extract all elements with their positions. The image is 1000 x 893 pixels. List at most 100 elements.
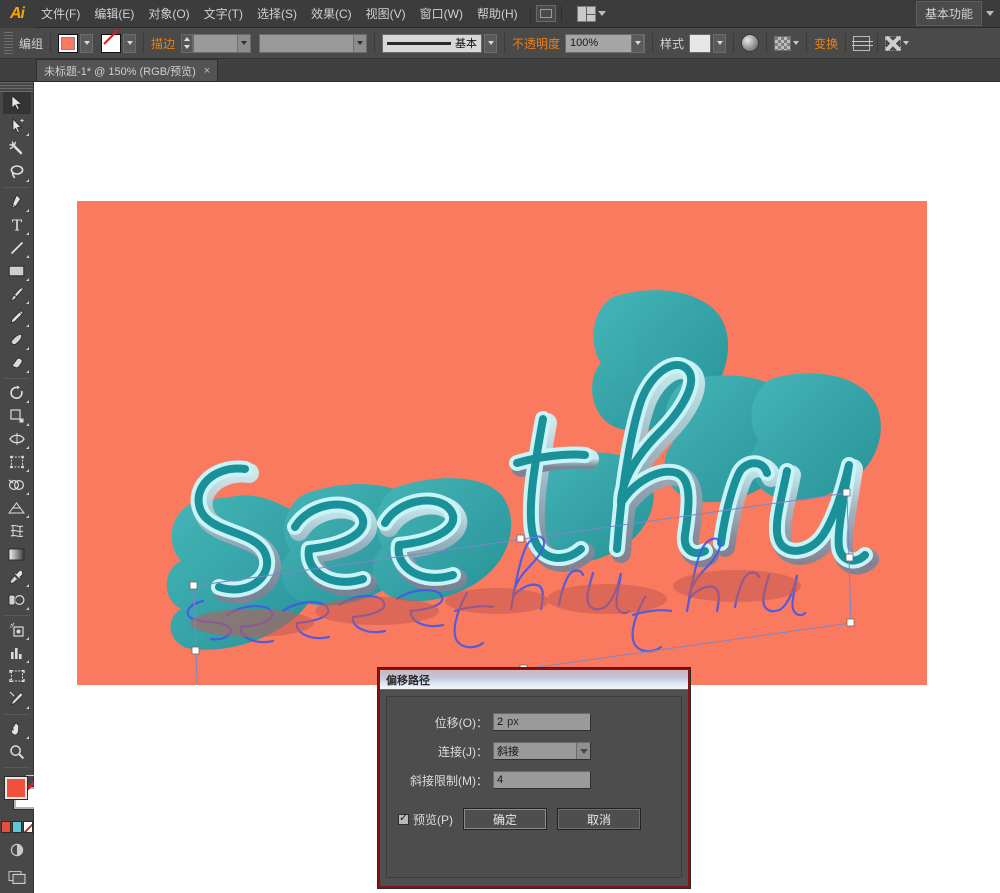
fill-stroke-controls[interactable] bbox=[0, 775, 36, 815]
join-select[interactable]: 斜接 bbox=[493, 742, 591, 760]
align-icon[interactable] bbox=[852, 35, 874, 51]
stroke-weight-combo[interactable] bbox=[193, 33, 252, 53]
illustrator-window: Ai 文件(F) 编辑(E) 对象(O) 文字(T) 选择(S) 效果(C) 视… bbox=[0, 0, 1000, 893]
rectangle-tool[interactable] bbox=[3, 260, 31, 282]
screen-mode-icon[interactable] bbox=[6, 867, 28, 887]
perspective-grid-tool[interactable] bbox=[3, 497, 31, 519]
pen-tool[interactable] bbox=[3, 191, 31, 213]
offset-input[interactable]: 2 px bbox=[493, 713, 591, 731]
dialog-title-bar[interactable]: 偏移路径 bbox=[380, 670, 688, 690]
app-logo: Ai bbox=[0, 0, 34, 28]
menu-divider bbox=[529, 5, 531, 22]
cancel-button[interactable]: 取消 bbox=[557, 808, 641, 830]
magic-wand-tool[interactable] bbox=[3, 138, 31, 160]
recolor-artwork-icon[interactable] bbox=[741, 34, 760, 52]
menu-window[interactable]: 窗口(W) bbox=[413, 0, 470, 28]
color-mode-buttons[interactable] bbox=[0, 821, 33, 833]
stroke-style-combo[interactable] bbox=[259, 33, 368, 53]
none-button[interactable] bbox=[22, 821, 33, 833]
gradient-button[interactable] bbox=[11, 821, 22, 833]
miter-limit-input[interactable]: 4 bbox=[493, 771, 591, 789]
stroke-swatch-none[interactable] bbox=[101, 33, 122, 53]
stroke-weight-arrow[interactable] bbox=[237, 34, 251, 52]
style-swatch[interactable] bbox=[689, 33, 712, 53]
control-bar-grip[interactable] bbox=[4, 32, 13, 54]
stroke-weight-stepper[interactable] bbox=[181, 33, 194, 53]
symbol-sprayer-tool[interactable] bbox=[3, 619, 31, 641]
arrange-documents-button[interactable] bbox=[576, 5, 606, 22]
blend-tool[interactable] bbox=[3, 589, 31, 611]
line-segment-tool[interactable] bbox=[3, 237, 31, 259]
selection-tool[interactable] bbox=[2, 92, 31, 114]
profile-dropdown-arrow[interactable] bbox=[484, 33, 498, 53]
fill-control[interactable] bbox=[58, 33, 94, 53]
artboard[interactable] bbox=[77, 201, 927, 685]
hand-tool[interactable] bbox=[3, 718, 31, 740]
menu-help[interactable]: 帮助(H) bbox=[470, 0, 525, 28]
blob-brush-tool[interactable] bbox=[3, 329, 31, 351]
stroke-control[interactable] bbox=[101, 33, 137, 53]
menu-select[interactable]: 选择(S) bbox=[250, 0, 304, 28]
menu-type[interactable]: 文字(T) bbox=[197, 0, 250, 28]
preview-checkbox-wrap[interactable]: 预览(P) bbox=[398, 811, 453, 828]
mesh-tool[interactable] bbox=[3, 520, 31, 542]
gradient-icon[interactable] bbox=[6, 840, 28, 860]
opacity-value: 100% bbox=[570, 37, 599, 49]
tools-panel-grip[interactable] bbox=[0, 82, 33, 92]
document-tab[interactable]: 未标题-1* @ 150% (RGB/预览) × bbox=[36, 59, 219, 81]
menu-file[interactable]: 文件(F) bbox=[34, 0, 87, 28]
opacity-mask-chevron-down-icon[interactable] bbox=[793, 41, 800, 45]
pencil-tool[interactable] bbox=[3, 306, 31, 328]
paintbrush-tool[interactable] bbox=[3, 283, 31, 305]
menu-edit[interactable]: 编辑(E) bbox=[87, 0, 141, 28]
eyedropper-tool[interactable] bbox=[3, 566, 31, 588]
toolbar-fill-swatch[interactable] bbox=[4, 777, 27, 799]
rotate-tool[interactable] bbox=[3, 382, 31, 404]
shape-builder-tool[interactable] bbox=[3, 474, 31, 496]
stroke-weight-label[interactable]: 描边 bbox=[151, 35, 175, 52]
eraser-tool[interactable] bbox=[3, 352, 31, 374]
fill-swatch[interactable] bbox=[58, 33, 79, 53]
scale-tool[interactable] bbox=[3, 405, 31, 427]
column-graph-tool[interactable] bbox=[3, 642, 31, 664]
opacity-field[interactable]: 100% bbox=[565, 33, 646, 53]
fill-dropdown-arrow[interactable] bbox=[80, 33, 94, 53]
document-tab-strip: 未标题-1* @ 150% (RGB/预览) × bbox=[0, 59, 1000, 82]
close-icon[interactable]: × bbox=[204, 65, 210, 77]
bridge-icon[interactable] bbox=[535, 5, 556, 22]
workspace-switcher[interactable]: 基本功能 bbox=[915, 1, 1000, 26]
gradient-tool[interactable] bbox=[3, 543, 31, 565]
artboard-tool[interactable] bbox=[3, 665, 31, 687]
menu-object[interactable]: 对象(O) bbox=[141, 0, 196, 28]
lasso-tool[interactable] bbox=[3, 161, 31, 183]
opacity-dropdown-arrow[interactable] bbox=[631, 33, 645, 53]
chevron-down-icon-join[interactable] bbox=[576, 743, 590, 759]
style-label: 样式 bbox=[660, 36, 685, 51]
zoom-tool[interactable] bbox=[3, 741, 31, 763]
opacity-label[interactable]: 不透明度 bbox=[512, 35, 560, 52]
preview-checkbox[interactable] bbox=[398, 811, 409, 825]
cb-sep-8 bbox=[806, 33, 808, 53]
width-tool[interactable] bbox=[3, 428, 31, 450]
variable-width-profile[interactable]: 基本 bbox=[382, 33, 483, 53]
stroke-dropdown-arrow[interactable] bbox=[123, 33, 137, 53]
menu-effect[interactable]: 效果(C) bbox=[304, 0, 359, 28]
ok-button[interactable]: 确定 bbox=[463, 808, 547, 830]
opacity-mask-icon[interactable] bbox=[774, 35, 792, 51]
direct-selection-tool[interactable] bbox=[3, 115, 31, 137]
arrange-documents-icon bbox=[576, 5, 596, 22]
miter-limit-label: 斜接限制(M)： bbox=[410, 773, 488, 788]
more-options-chevron-down-icon[interactable] bbox=[903, 41, 910, 45]
color-button[interactable] bbox=[0, 821, 11, 833]
type-tool[interactable]: T bbox=[3, 214, 31, 236]
free-transform-tool[interactable] bbox=[3, 451, 31, 473]
offset-path-dialog[interactable]: 偏移路径 位移(O)： 2 px 连接(J)： 斜接 斜接限制(M)： 4 ✓ … bbox=[378, 668, 690, 888]
stroke-style-arrow[interactable] bbox=[353, 34, 367, 52]
style-dropdown-arrow[interactable] bbox=[713, 33, 727, 53]
more-options-icon[interactable] bbox=[885, 35, 902, 51]
workspace-label: 基本功能 bbox=[915, 1, 982, 26]
slice-tool[interactable] bbox=[3, 688, 31, 710]
menu-view[interactable]: 视图(V) bbox=[359, 0, 413, 28]
control-bar: 编组 描边 基本 不透明度 100% 样式 变换 bbox=[0, 28, 1000, 59]
transform-label[interactable]: 变换 bbox=[814, 35, 838, 52]
